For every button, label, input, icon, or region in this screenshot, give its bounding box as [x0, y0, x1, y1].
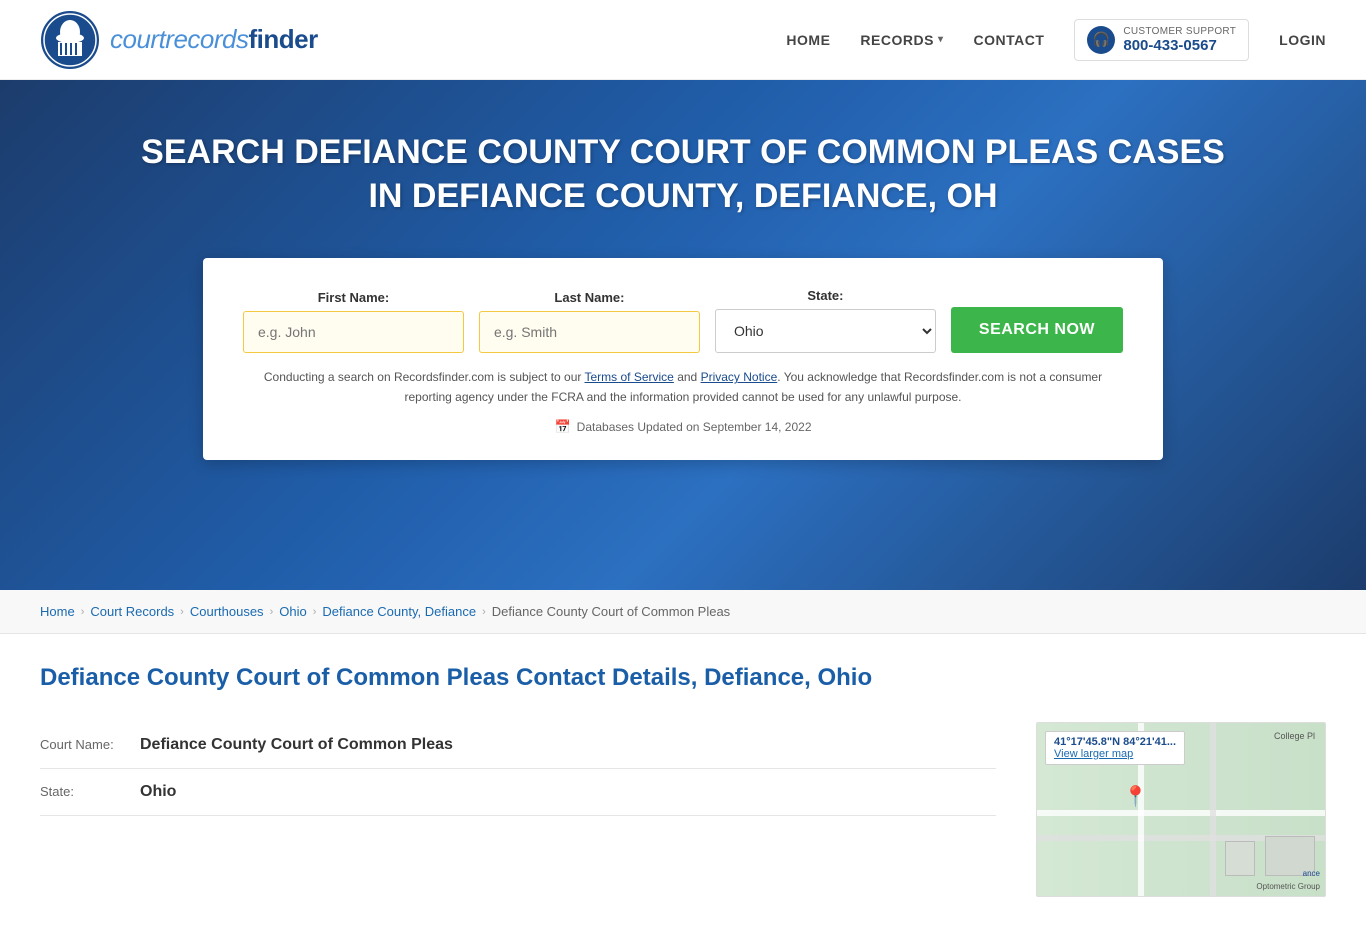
nav-home[interactable]: HOME [786, 32, 830, 48]
first-name-input[interactable] [243, 311, 464, 353]
map-info-box: 41°17'45.8"N 84°21'41... View larger map [1045, 731, 1185, 765]
nav-contact[interactable]: CONTACT [973, 32, 1044, 48]
header: courtrecordsfinder HOME RECORDS ▾ CONTAC… [0, 0, 1366, 80]
breadcrumb-home[interactable]: Home [40, 604, 75, 619]
breadcrumb-sep-1: › [81, 606, 85, 618]
breadcrumb-sep-2: › [180, 606, 184, 618]
headset-icon: 🎧 [1087, 26, 1115, 54]
privacy-link[interactable]: Privacy Notice [701, 370, 778, 384]
disclaimer-text: Conducting a search on Recordsfinder.com… [243, 368, 1123, 406]
state-group: State: Ohio Alabama Alaska Arizona Calif… [715, 288, 936, 353]
breadcrumb-court-records[interactable]: Court Records [90, 604, 174, 619]
state-detail-value: Ohio [140, 783, 176, 801]
breadcrumb: Home › Court Records › Courthouses › Ohi… [0, 590, 1366, 634]
support-box[interactable]: 🎧 CUSTOMER SUPPORT 800-433-0567 [1074, 19, 1249, 61]
db-update: 📅 Databases Updated on September 14, 202… [243, 419, 1123, 435]
main-content: Defiance County Court of Common Pleas Co… [0, 634, 1366, 927]
map-optometrist-label: Optometric Group [1256, 882, 1320, 891]
map-container[interactable]: College Pl Optometric Group ance 📍 41°17… [1036, 722, 1326, 897]
logo[interactable]: courtrecordsfinder [40, 10, 318, 70]
breadcrumb-sep-4: › [313, 606, 317, 618]
breadcrumb-current: Defiance County Court of Common Pleas [492, 604, 730, 619]
state-row: State: Ohio [40, 769, 996, 816]
page-title: Defiance County Court of Common Pleas Co… [40, 664, 1326, 692]
court-name-value: Defiance County Court of Common Pleas [140, 736, 453, 754]
last-name-input[interactable] [479, 311, 700, 353]
map-pin-icon: 📍 [1123, 784, 1148, 809]
first-name-group: First Name: [243, 290, 464, 353]
last-name-label: Last Name: [479, 290, 700, 305]
main-nav: HOME RECORDS ▾ CONTACT 🎧 CUSTOMER SUPPOR… [786, 19, 1326, 61]
search-fields: First Name: Last Name: State: Ohio Alaba… [243, 288, 1123, 353]
first-name-label: First Name: [243, 290, 464, 305]
state-select[interactable]: Ohio Alabama Alaska Arizona California F… [715, 309, 936, 353]
breadcrumb-sep-5: › [482, 606, 486, 618]
content-layout: Court Name: Defiance County Court of Com… [40, 722, 1326, 897]
search-button[interactable]: SEARCH NOW [951, 307, 1123, 353]
support-info: CUSTOMER SUPPORT 800-433-0567 [1123, 26, 1236, 54]
state-label: State: [715, 288, 936, 303]
breadcrumb-courthouses[interactable]: Courthouses [190, 604, 264, 619]
map-college-pl-label: College Pl [1274, 731, 1315, 741]
breadcrumb-defiance-county[interactable]: Defiance County, Defiance [322, 604, 476, 619]
hero-section: SEARCH DEFIANCE COUNTY COURT OF COMMON P… [0, 80, 1366, 590]
map-ance-label: ance [1303, 869, 1320, 878]
search-card: First Name: Last Name: State: Ohio Alaba… [203, 258, 1163, 459]
chevron-down-icon: ▾ [938, 34, 944, 45]
breadcrumb-sep-3: › [270, 606, 274, 618]
map-background: College Pl Optometric Group ance 📍 41°17… [1037, 723, 1325, 896]
logo-text: courtrecordsfinder [110, 24, 318, 55]
left-panel: Court Name: Defiance County Court of Com… [40, 722, 996, 897]
tos-link[interactable]: Terms of Service [585, 370, 674, 384]
right-panel: College Pl Optometric Group ance 📍 41°17… [1036, 722, 1326, 897]
map-coords: 41°17'45.8"N 84°21'41... [1054, 736, 1176, 748]
calendar-icon: 📅 [554, 419, 570, 435]
map-view-larger[interactable]: View larger map [1054, 748, 1176, 760]
nav-records[interactable]: RECORDS ▾ [860, 32, 943, 48]
hero-title: SEARCH DEFIANCE COUNTY COURT OF COMMON P… [133, 130, 1233, 218]
login-button[interactable]: LOGIN [1279, 32, 1326, 48]
logo-icon [40, 10, 100, 70]
last-name-group: Last Name: [479, 290, 700, 353]
breadcrumb-ohio[interactable]: Ohio [279, 604, 306, 619]
state-detail-label: State: [40, 784, 130, 799]
court-name-row: Court Name: Defiance County Court of Com… [40, 722, 996, 769]
court-name-label: Court Name: [40, 737, 130, 752]
